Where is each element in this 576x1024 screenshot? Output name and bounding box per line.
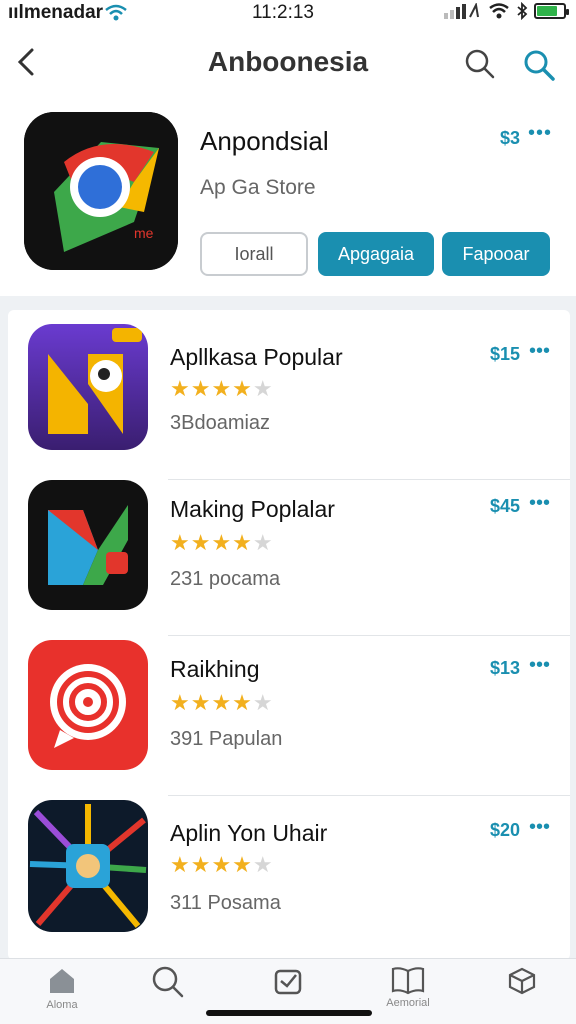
app-icon: [28, 640, 148, 770]
more-options-button[interactable]: •••: [529, 654, 550, 677]
svg-text:me: me: [134, 225, 154, 241]
app-meta: 391 Papulan: [170, 728, 283, 750]
list-item[interactable]: Making Poplalar ★★★★★ 231 pocama $45 •••: [8, 476, 570, 636]
wifi-icon: [105, 4, 127, 21]
featured-app-name: Anpondsial: [200, 126, 329, 156]
app-price: $45: [489, 496, 520, 516]
app-name: Making Poplalar: [170, 496, 335, 522]
star-rating: ★★★★★: [170, 530, 274, 555]
app-icon: [28, 800, 148, 932]
home-icon: [50, 969, 74, 993]
app-name: Raikhing: [170, 656, 260, 682]
app-name: Aplin Yon Uhair: [170, 820, 328, 846]
wifi-icon: [489, 3, 509, 19]
bluetooth-icon: [517, 2, 528, 20]
list-item[interactable]: Aplin Yon Uhair ★★★★★ 311 Posama $20 •••: [8, 796, 570, 956]
search-icon: [152, 966, 184, 998]
tab-search[interactable]: [138, 965, 198, 1021]
app-meta: 3Bdoamiaz: [170, 412, 271, 434]
more-options-button[interactable]: •••: [529, 492, 550, 515]
tab-label: Aloma: [46, 999, 78, 1011]
search-icon[interactable]: [464, 48, 496, 80]
clock: 11:2:13: [252, 2, 314, 23]
status-bar: ıılmenadar 11:2:13: [0, 0, 576, 26]
more-options-button[interactable]: •••: [529, 816, 550, 839]
tab-library[interactable]: Aemorial: [378, 965, 438, 1021]
search-active-icon[interactable]: [522, 48, 556, 82]
featured-app-subtitle: Ap Ga Store: [200, 176, 316, 199]
star-rating: ★★★★★: [170, 852, 274, 877]
navigation-bar: Anboonesia: [0, 26, 576, 104]
primary-action-button[interactable]: Apgagaia: [318, 232, 434, 276]
featured-app-price: $3: [499, 128, 520, 148]
book-icon: [391, 967, 425, 995]
app-icon: [28, 480, 148, 610]
mail-icon: [274, 969, 302, 995]
app-price: $20: [489, 820, 520, 840]
featured-app-icon: me: [24, 112, 178, 270]
carrier-label: ıılmenadar: [8, 2, 104, 23]
star-rating: ★★★★★: [170, 376, 274, 401]
install-button[interactable]: Iorall: [200, 232, 308, 276]
battery-icon: [534, 3, 569, 19]
app-meta: 311 Posama: [170, 892, 281, 914]
app-meta: 231 pocama: [170, 568, 281, 590]
tab-box[interactable]: [492, 965, 552, 1021]
tab-home[interactable]: Aloma: [32, 965, 92, 1021]
secondary-action-button[interactable]: Fapooar: [442, 232, 550, 276]
app-icon: [28, 324, 148, 450]
featured-app-card[interactable]: me Anpondsial Ap Ga Store $3 ••• Iorall …: [0, 104, 576, 296]
list-item[interactable]: Raikhing ★★★★★ 391 Papulan $13 •••: [8, 636, 570, 796]
app-list: Apllkasa Popular ★★★★★ 3Bdoamiaz $15 •••…: [8, 310, 570, 960]
app-price: $13: [489, 658, 520, 678]
app-name: Apllkasa Popular: [170, 344, 343, 370]
box-icon: [508, 967, 536, 995]
app-price: $15: [489, 344, 520, 364]
more-options-button[interactable]: •••: [529, 340, 550, 363]
home-indicator: [206, 1010, 372, 1016]
star-rating: ★★★★★: [170, 690, 274, 715]
tab-label: Aemorial: [386, 997, 430, 1009]
signal-icon: [444, 3, 479, 19]
more-options-button[interactable]: •••: [528, 122, 552, 145]
list-item[interactable]: Apllkasa Popular ★★★★★ 3Bdoamiaz $15 •••: [8, 320, 570, 480]
